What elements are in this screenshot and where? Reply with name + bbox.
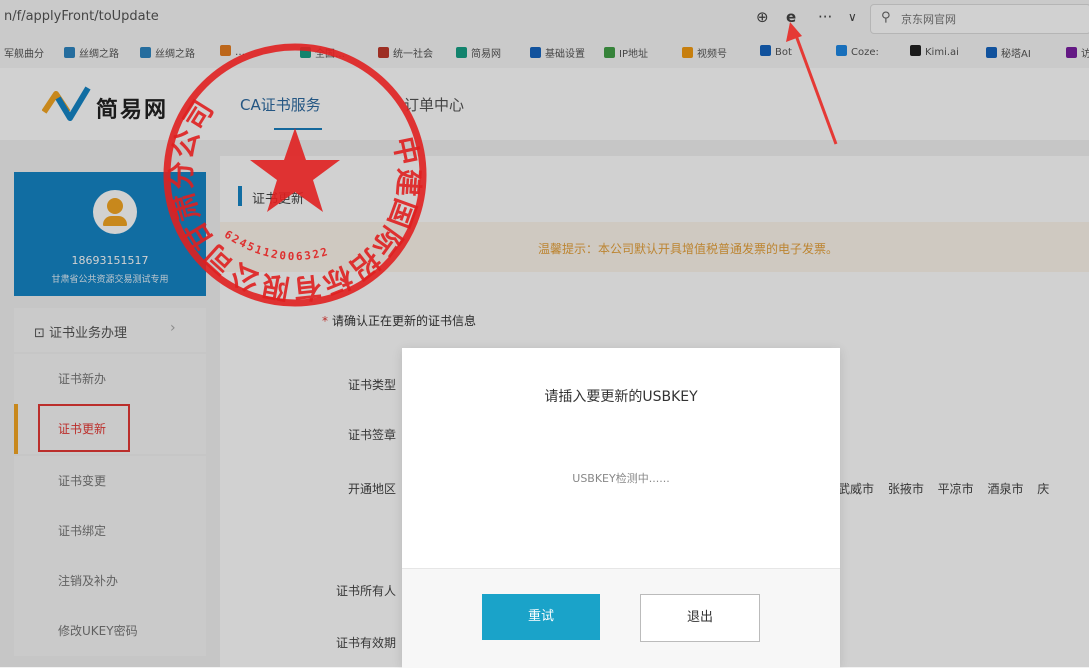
exit-button[interactable]: 退出	[640, 594, 760, 642]
annotation-arrow-icon	[786, 22, 838, 145]
svg-text:中建国际招标有限公司甘肃分公司: 中建国际招标有限公司甘肃分公司	[165, 94, 426, 306]
retry-button[interactable]: 重试	[482, 594, 600, 640]
dialog-status: USBKEY检测中......	[572, 472, 670, 485]
star-icon	[250, 128, 340, 212]
dialog-title: 请插入要更新的USBKEY	[544, 389, 698, 405]
company-seal: 中建国际招标有限公司甘肃分公司 6245112006322	[163, 43, 427, 307]
dialog-footer	[402, 568, 840, 668]
seal-text: 中建国际招标有限公司甘肃分公司	[165, 94, 425, 306]
